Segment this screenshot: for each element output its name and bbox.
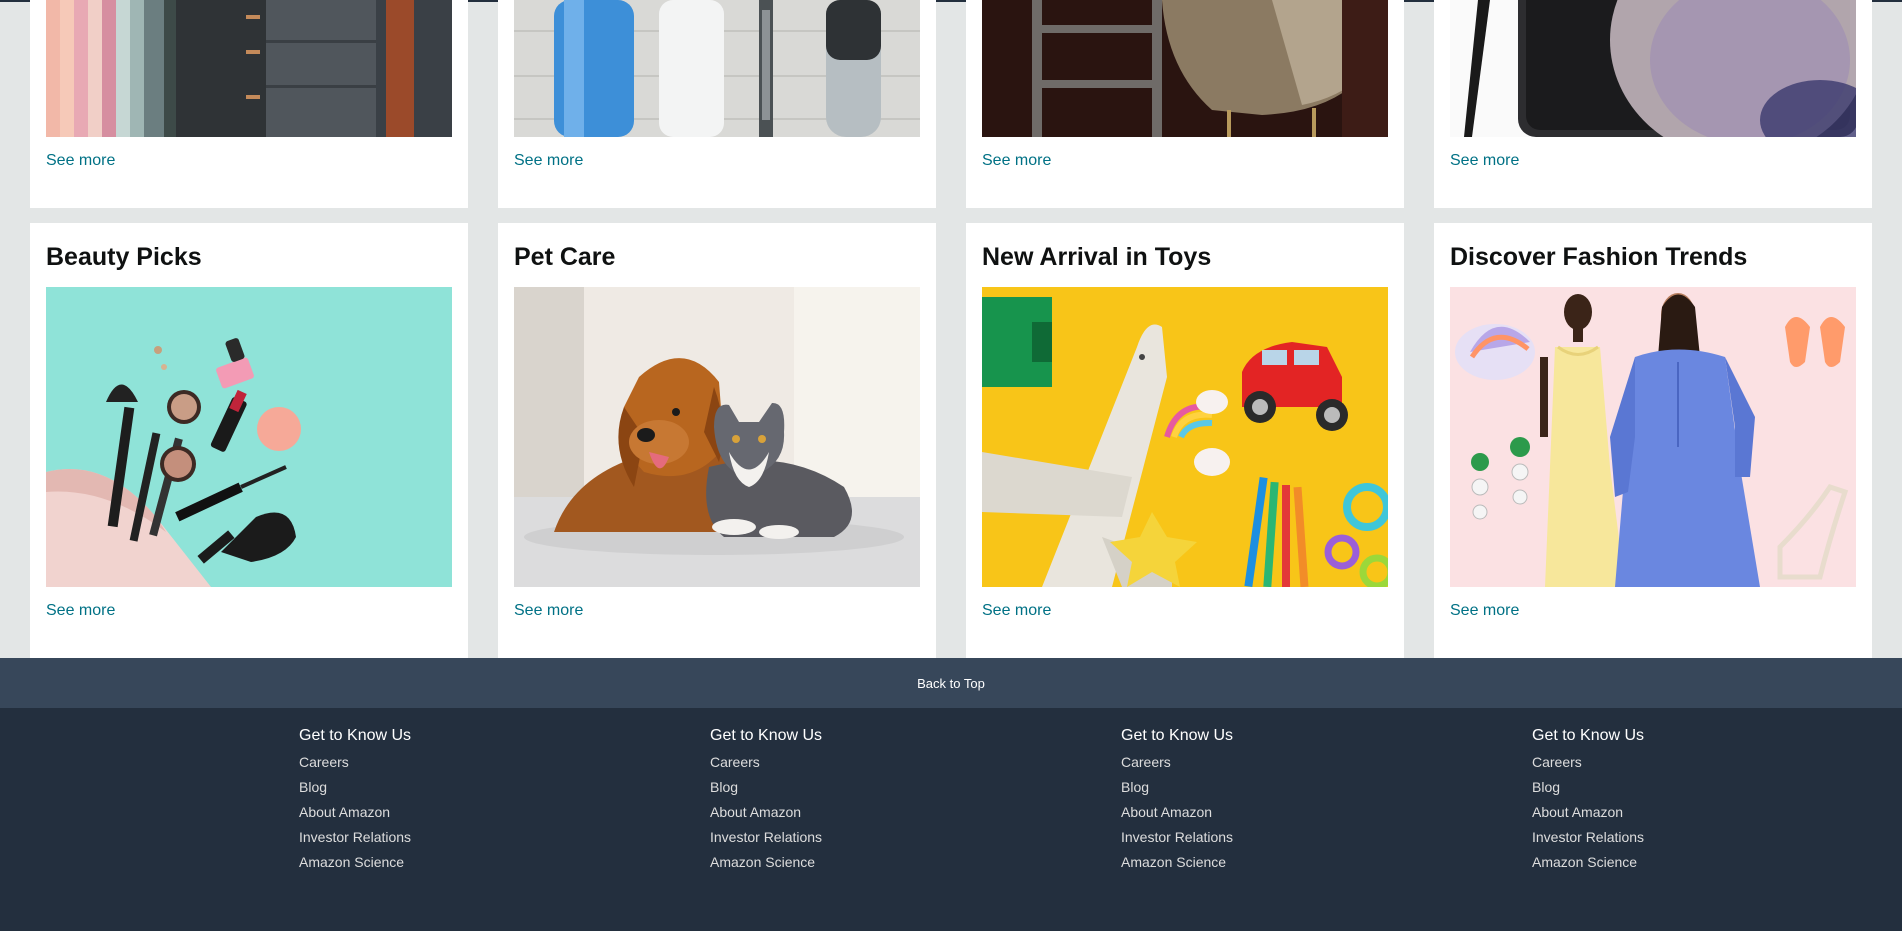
fashion-image[interactable] — [1450, 287, 1856, 587]
footer-link-blog[interactable]: Blog — [710, 779, 1010, 796]
see-more-link[interactable]: See more — [46, 152, 115, 170]
home-products-image[interactable] — [514, 0, 920, 137]
footer-link-careers[interactable]: Careers — [1121, 754, 1421, 771]
see-more-link[interactable]: See more — [1450, 152, 1519, 170]
footer-link-investor-relations[interactable]: Investor Relations — [299, 829, 599, 846]
smartphone-image[interactable] — [1450, 0, 1856, 137]
category-card-new-arrival-toys: New Arrival in Toys See more — [966, 223, 1404, 658]
see-more-link[interactable]: See more — [982, 602, 1051, 620]
furniture-image[interactable] — [982, 0, 1388, 137]
footer-link-about-amazon[interactable]: About Amazon — [1532, 804, 1832, 821]
footer-link-amazon-science[interactable]: Amazon Science — [710, 854, 1010, 871]
footer-link-careers[interactable]: Careers — [299, 754, 599, 771]
footer-column-heading: Get to Know Us — [710, 727, 823, 744]
see-more-link[interactable]: See more — [514, 152, 583, 170]
footer-link-about-amazon[interactable]: About Amazon — [1121, 804, 1421, 821]
card-title: New Arrival in Toys — [982, 243, 1212, 271]
footer-link-blog[interactable]: Blog — [1121, 779, 1421, 796]
see-more-link[interactable]: See more — [1450, 602, 1519, 620]
footer-link-blog[interactable]: Blog — [1532, 779, 1832, 796]
footer-link-about-amazon[interactable]: About Amazon — [710, 804, 1010, 821]
footer-column-heading: Get to Know Us — [1121, 727, 1234, 744]
category-card-beauty-picks: Beauty Picks See more — [30, 223, 468, 658]
see-more-link[interactable]: See more — [982, 152, 1051, 170]
footer-link-amazon-science[interactable]: Amazon Science — [1532, 854, 1832, 871]
footer-column: Get to Know Us Careers Blog About Amazon… — [1532, 727, 1832, 879]
dog-and-cat-image[interactable] — [514, 287, 920, 587]
beauty-products-image[interactable] — [46, 287, 452, 587]
footer-column: Get to Know Us Careers Blog About Amazon… — [299, 727, 599, 879]
footer-link-amazon-science[interactable]: Amazon Science — [299, 854, 599, 871]
footer-link-about-amazon[interactable]: About Amazon — [299, 804, 599, 821]
see-more-link[interactable]: See more — [46, 602, 115, 620]
footer-column: Get to Know Us Careers Blog About Amazon… — [710, 727, 1010, 879]
category-card-clothing: See more — [30, 0, 468, 208]
footer: Get to Know Us Careers Blog About Amazon… — [0, 708, 1902, 931]
back-to-top-button[interactable]: Back to Top — [0, 658, 1902, 708]
footer-link-investor-relations[interactable]: Investor Relations — [1121, 829, 1421, 846]
footer-link-investor-relations[interactable]: Investor Relations — [710, 829, 1010, 846]
footer-link-careers[interactable]: Careers — [710, 754, 1010, 771]
card-title: Pet Care — [514, 243, 616, 271]
toys-image[interactable] — [982, 287, 1388, 587]
see-more-link[interactable]: See more — [514, 602, 583, 620]
category-card-electronics: See more — [1434, 0, 1872, 208]
category-card-furniture: See more — [966, 0, 1404, 208]
clothing-image[interactable] — [46, 0, 452, 137]
footer-link-blog[interactable]: Blog — [299, 779, 599, 796]
category-card-discover-fashion-trends: Discover Fashion Trends See more — [1434, 223, 1872, 658]
card-title: Discover Fashion Trends — [1450, 243, 1748, 271]
footer-column-heading: Get to Know Us — [299, 727, 412, 744]
category-card-pet-care: Pet Care See more — [498, 223, 936, 658]
footer-link-amazon-science[interactable]: Amazon Science — [1121, 854, 1421, 871]
footer-link-careers[interactable]: Careers — [1532, 754, 1832, 771]
footer-link-investor-relations[interactable]: Investor Relations — [1532, 829, 1832, 846]
footer-column: Get to Know Us Careers Blog About Amazon… — [1121, 727, 1421, 879]
footer-column-heading: Get to Know Us — [1532, 727, 1645, 744]
card-title: Beauty Picks — [46, 243, 202, 271]
category-card-home: See more — [498, 0, 936, 208]
